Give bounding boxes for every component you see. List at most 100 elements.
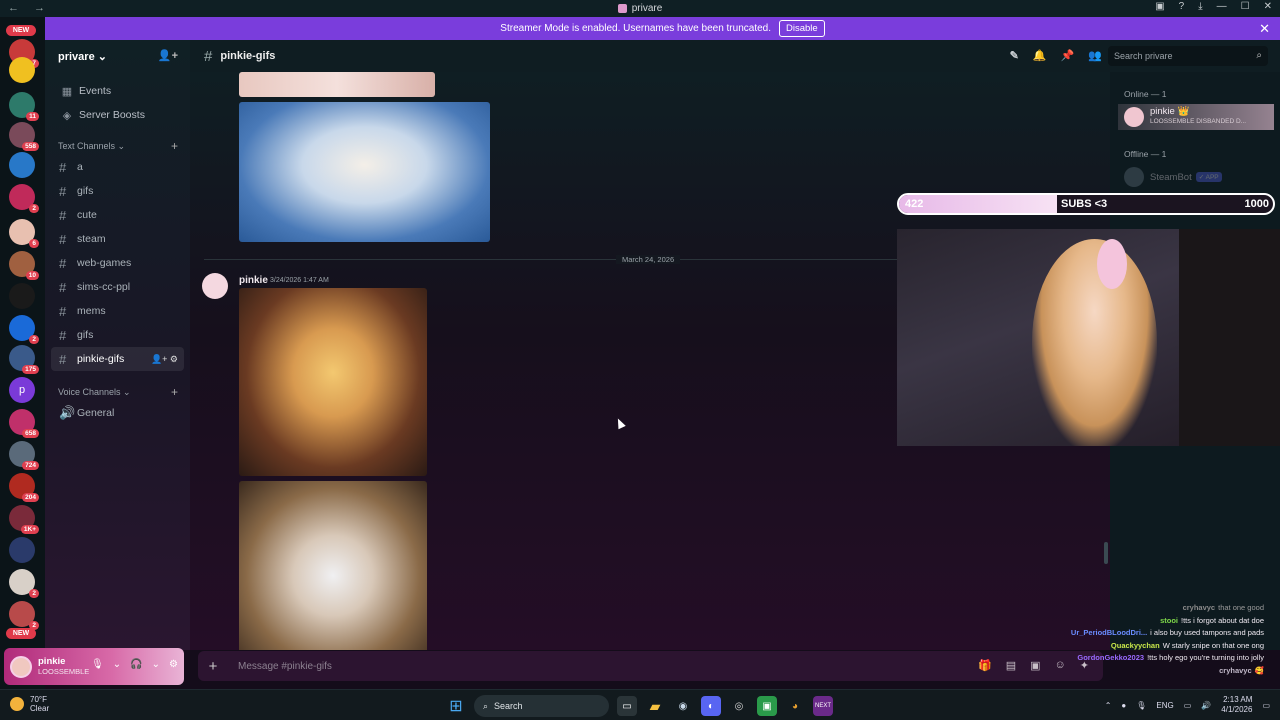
scrollbar[interactable] [1104, 542, 1108, 564]
subs-goal: 1000 [1244, 198, 1269, 210]
mic-icon[interactable]: 🎙 [91, 659, 104, 670]
gif-image[interactable] [239, 102, 490, 242]
mic-icon[interactable]: 🎙 [1136, 701, 1146, 710]
gif-icon[interactable]: ▤ [1006, 659, 1016, 672]
headphones-icon[interactable]: 🎧 [130, 659, 142, 670]
channel-sims-cc-ppl[interactable]: # sims-cc-ppl [45, 275, 190, 299]
system-tray: ⌃ ● 🎙 ENG ▭ 🔊 2:13 AM 4/1/2026 ▭ [1105, 695, 1270, 715]
avatar[interactable] [202, 273, 228, 299]
close-icon[interactable]: ✕ [1259, 21, 1270, 37]
hash-icon: # [59, 327, 67, 343]
add-channel-icon[interactable]: + [171, 139, 178, 153]
server-icon[interactable]: 658 [9, 409, 39, 438]
windows-start-icon[interactable]: ⊞ [446, 696, 466, 716]
chevron-down-icon[interactable]: ⌄ [113, 659, 121, 670]
chevron-down-icon[interactable]: ⌄ [152, 659, 160, 670]
channel-gifs[interactable]: # gifs [45, 179, 190, 203]
add-attachment-icon[interactable]: + [198, 658, 228, 675]
bell-icon[interactable]: 🔔 [1033, 49, 1047, 62]
server-boosts-item[interactable]: ◈ Server Boosts [45, 103, 190, 127]
threads-icon[interactable]: ✎ [1010, 49, 1019, 62]
channel-settings-icon[interactable]: 👤+ ⚙ [151, 354, 178, 365]
member-item[interactable]: pinkie 👑 LOOSSEMBLE DISBANDED D... [1118, 104, 1274, 130]
help-icon[interactable]: ? [1179, 1, 1185, 12]
boost-icon: ◈ [62, 109, 72, 122]
sticker-icon[interactable]: ▣ [1030, 659, 1040, 672]
server-icon[interactable] [9, 283, 35, 309]
channel-cute[interactable]: # cute [45, 203, 190, 227]
clock[interactable]: 2:13 AM 4/1/2026 [1221, 695, 1252, 715]
channel-a[interactable]: # a [45, 155, 190, 179]
server-icon[interactable]: 11 [9, 92, 39, 121]
gear-icon[interactable]: ⚙ [169, 659, 178, 670]
hash-icon: # [59, 303, 67, 319]
channel-sidebar: privare ⌄ 👤+ ▦ Events ◈ Server Boosts Te… [45, 40, 190, 650]
chevron-up-icon[interactable]: ⌃ [1105, 701, 1112, 710]
gift-icon[interactable]: 🎁 [978, 659, 992, 672]
members-icon[interactable]: 👥 [1088, 49, 1102, 62]
add-channel-icon[interactable]: + [171, 385, 178, 399]
server-icon[interactable]: 1K+ [9, 505, 39, 534]
server-icon[interactable]: 2 [9, 184, 39, 213]
server-icon[interactable]: 558 [9, 122, 39, 151]
maximize-button[interactable]: ☐ [1241, 1, 1250, 12]
app-icon[interactable]: ▣ [757, 696, 777, 716]
gif-image[interactable] [239, 481, 427, 650]
server-icon[interactable]: 175 [9, 345, 39, 374]
server-icon[interactable] [9, 537, 35, 563]
app-icon[interactable]: ◎ [729, 696, 749, 716]
disable-button[interactable]: Disable [779, 20, 825, 37]
minimize-button[interactable]: — [1217, 1, 1227, 12]
taskbar-search[interactable]: ⌕ Search [474, 695, 609, 717]
voice-channels-category[interactable]: Voice Channels ⌄ + [45, 383, 190, 401]
channel-web-games[interactable]: # web-games [45, 251, 190, 275]
nav-arrows[interactable]: ← → [8, 2, 51, 14]
channel-steam[interactable]: # steam [45, 227, 190, 251]
inbox-icon[interactable]: ▣ [1155, 1, 1164, 12]
steam-icon[interactable]: ◉ [673, 696, 693, 716]
channel-pinkie-gifs[interactable]: # pinkie-gifs 👤+ ⚙ [51, 347, 184, 371]
server-icon[interactable]: 10 [9, 251, 39, 280]
server-icon[interactable] [9, 152, 35, 178]
search-icon: ⌕ [483, 700, 489, 711]
server-icon[interactable]: 6 [9, 219, 39, 248]
notification-icon[interactable]: ▭ [1262, 701, 1270, 710]
server-icon[interactable]: 724 [9, 441, 39, 470]
channel-mems[interactable]: # mems [45, 299, 190, 323]
member-item[interactable]: SteamBot ✓ APP [1118, 164, 1274, 190]
download-icon[interactable]: ⤓ [1198, 1, 1202, 12]
server-icon[interactable]: p [9, 377, 35, 403]
language-indicator[interactable]: ENG [1156, 701, 1173, 710]
subs-goal-bar: 422 SUBS <3 1000 [897, 193, 1275, 215]
voice-channel-general[interactable]: 🔊 General [45, 401, 190, 425]
server-icon[interactable]: 204 [9, 473, 39, 502]
server-icon[interactable]: 2 [9, 601, 39, 630]
gif-image[interactable] [239, 288, 427, 476]
text-channels-category[interactable]: Text Channels ⌄ + [45, 137, 190, 155]
discord-icon[interactable]: ◐ [701, 696, 721, 716]
network-icon[interactable]: ▭ [1184, 701, 1192, 710]
file-explorer-icon[interactable]: ▰ [645, 696, 665, 716]
events-item[interactable]: ▦ Events [45, 79, 190, 103]
chrome-icon[interactable]: ◕ [785, 696, 805, 716]
server-name[interactable]: privare ⌄ 👤+ [45, 40, 190, 72]
invite-icon[interactable]: 👤+ [158, 49, 178, 62]
server-icon[interactable] [9, 57, 35, 83]
gif-image[interactable] [239, 72, 435, 97]
search-input[interactable]: Search privare ⌕ [1108, 46, 1268, 66]
chat-line: cryhavyc that one good [1182, 603, 1264, 612]
close-button[interactable]: ✕ [1264, 1, 1272, 12]
weather-widget[interactable]: 70°F Clear [10, 695, 49, 713]
message-author[interactable]: pinkie [239, 275, 268, 286]
tray-app-icon[interactable]: ● [1121, 701, 1126, 710]
server-icon[interactable]: 2 [9, 569, 39, 598]
speaker-icon[interactable]: 🔊 [1201, 701, 1211, 710]
server-icon[interactable]: 2 [9, 315, 39, 344]
app-icon[interactable]: NEXT [813, 696, 833, 716]
message-composer[interactable]: + Message #pinkie-gifs 🎁 ▤ ▣ ☺ ✦ [198, 651, 1103, 681]
channel-gifs-2[interactable]: # gifs [45, 323, 190, 347]
task-view-icon[interactable]: ▭ [617, 696, 637, 716]
pin-icon[interactable]: 📌 [1061, 49, 1075, 62]
avatar[interactable] [10, 655, 32, 678]
message-input[interactable]: Message #pinkie-gifs [238, 661, 332, 672]
